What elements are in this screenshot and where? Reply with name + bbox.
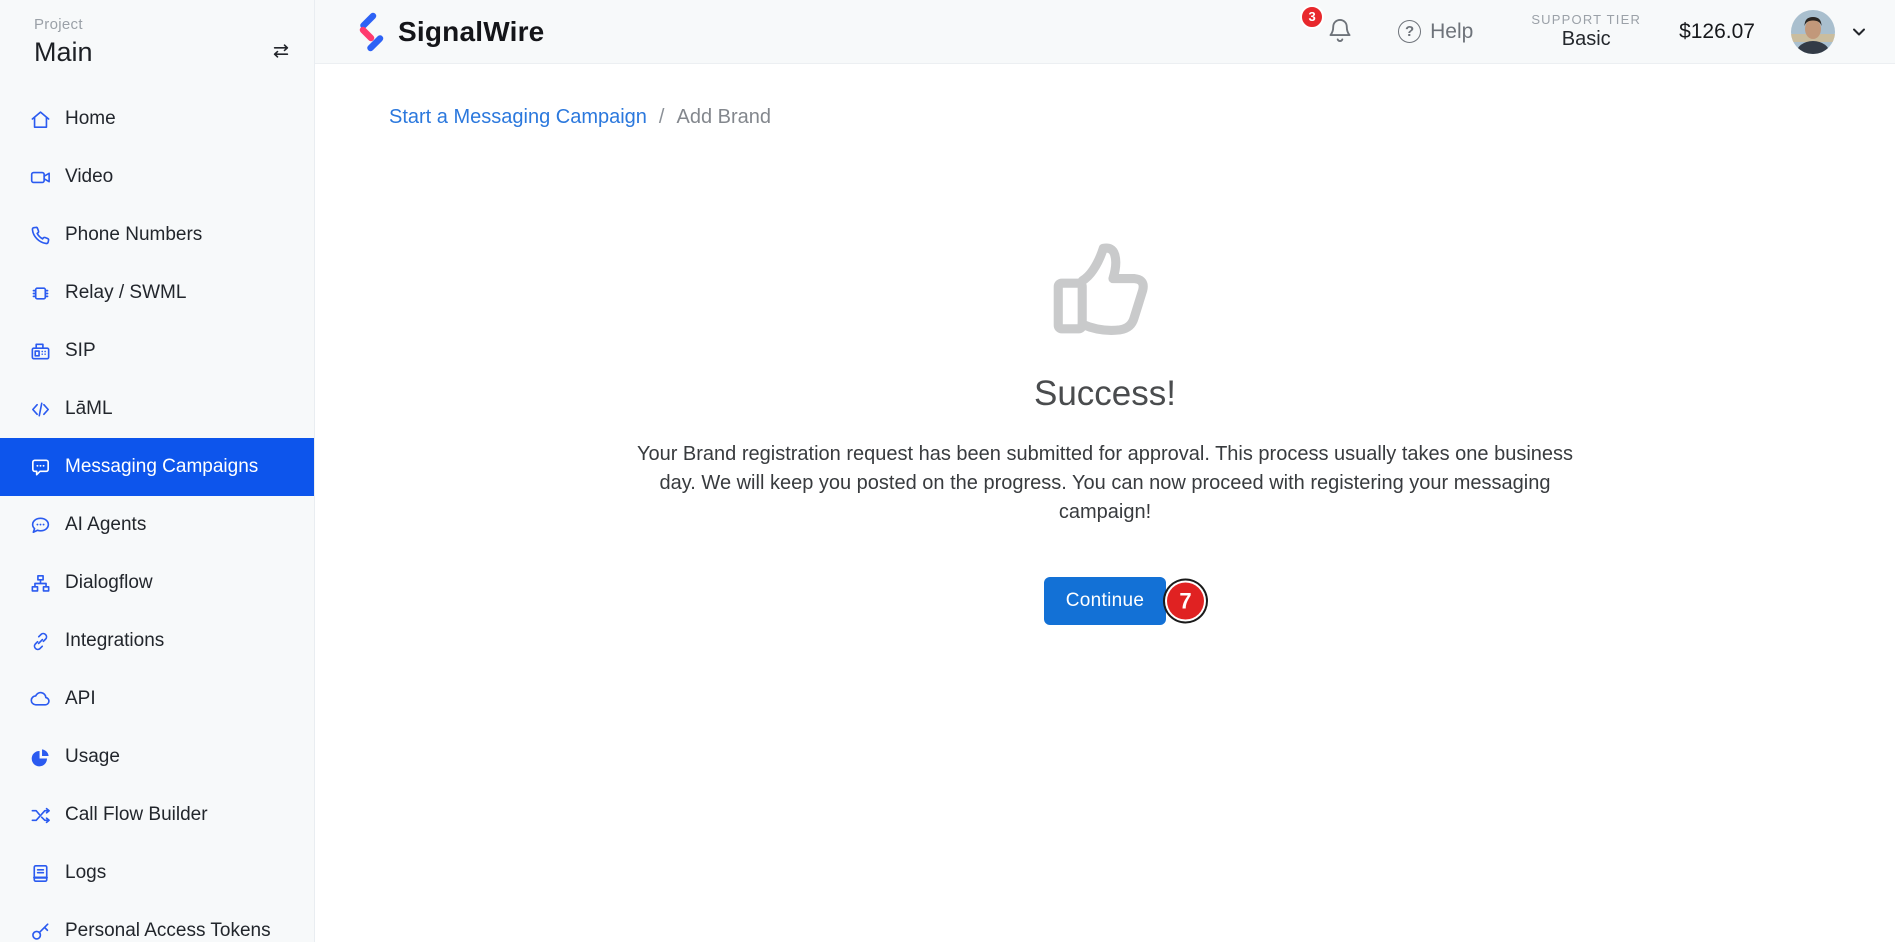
support-tier-label: SUPPORT TIER [1531,12,1641,27]
help-icon: ? [1398,20,1421,43]
sidebar-item-label: API [65,688,96,710]
sidebar-item-api[interactable]: API [0,670,314,728]
success-message: Your Brand registration request has been… [625,440,1585,527]
project-name: Main [34,37,290,68]
chat-round-icon [29,514,52,537]
support-tier: SUPPORT TIER Basic [1531,12,1641,51]
phone-icon [29,224,52,247]
sidebar-item-label: LāML [65,398,113,420]
sidebar-item-logs[interactable]: Logs [0,844,314,902]
pie-chart-icon [29,746,52,769]
journal-icon [29,862,52,885]
avatar-image [1791,10,1835,54]
annotation-badge-7: 7 [1167,583,1204,620]
sidebar-item-dialogflow[interactable]: Dialogflow [0,554,314,612]
sidebar-item-label: Logs [65,862,106,884]
link-icon [29,630,52,653]
continue-button[interactable]: Continue [1044,577,1166,625]
key-icon [29,920,52,942]
sidebar-item-video[interactable]: Video [0,148,314,206]
project-switch-icon[interactable] [270,40,292,62]
sidebar-item-label: Integrations [65,630,164,652]
support-tier-value: Basic [1531,28,1641,51]
breadcrumb-current-add-brand: Add Brand [676,106,771,129]
account-menu-chevron[interactable] [1849,22,1869,42]
sidebar-item-personal-access-tokens[interactable]: Personal Access Tokens [0,902,314,942]
sidebar-item-laml[interactable]: LāML [0,380,314,438]
cloud-icon [29,688,52,711]
sidebar-item-label: Relay / SWML [65,282,186,304]
top-header: SignalWire 3 ? Help SUPPORT TIER Basic $… [315,0,1895,64]
bell-icon [1326,15,1354,47]
sidebar-item-label: Personal Access Tokens [65,920,271,942]
sidebar-item-label: Home [65,108,116,130]
sidebar-item-usage[interactable]: Usage [0,728,314,786]
help-button[interactable]: ? Help [1398,20,1473,44]
brand-logo[interactable]: SignalWire [349,11,544,53]
sidebar-item-call-flow-builder[interactable]: Call Flow Builder [0,786,314,844]
chat-square-icon [29,456,52,479]
sidebar-item-label: Messaging Campaigns [65,456,258,478]
sitemap-icon [29,572,52,595]
help-label: Help [1430,20,1473,44]
success-title: Success! [315,374,1895,414]
breadcrumb: Start a Messaging Campaign / Add Brand [315,64,1895,129]
sidebar-item-label: Dialogflow [65,572,153,594]
main-content: Start a Messaging Campaign / Add Brand S… [315,64,1895,942]
sidebar: Project Main Home Video Phone Numbe [0,0,315,942]
brand-name: SignalWire [398,16,544,48]
notifications-button[interactable]: 3 [1326,15,1356,49]
account-balance: $126.07 [1679,20,1755,44]
chip-icon [29,282,52,305]
thumbs-up-icon [1048,233,1162,352]
sidebar-item-ai-agents[interactable]: AI Agents [0,496,314,554]
notification-count-badge: 3 [1300,5,1324,29]
sidebar-item-relay-swml[interactable]: Relay / SWML [0,264,314,322]
chevron-down-icon [1849,22,1869,42]
code-icon [29,398,52,421]
shuffle-icon [29,804,52,827]
avatar[interactable] [1791,10,1835,54]
sidebar-item-label: Phone Numbers [65,224,202,246]
sidebar-item-messaging-campaigns[interactable]: Messaging Campaigns [0,438,314,496]
sidebar-item-home[interactable]: Home [0,90,314,148]
project-switcher: Project Main [0,0,314,68]
sidebar-nav: Home Video Phone Numbers Relay / SWML SI… [0,90,314,942]
breadcrumb-link-start-messaging-campaign[interactable]: Start a Messaging Campaign [389,106,647,129]
sidebar-item-sip[interactable]: SIP [0,322,314,380]
sidebar-item-label: Call Flow Builder [65,804,208,826]
success-panel: Success! Your Brand registration request… [315,233,1895,625]
video-icon [29,166,52,189]
sidebar-item-label: Usage [65,746,120,768]
sidebar-item-phone-numbers[interactable]: Phone Numbers [0,206,314,264]
home-icon [29,108,52,131]
sidebar-item-label: SIP [65,340,96,362]
sidebar-item-label: Video [65,166,113,188]
breadcrumb-separator: / [659,106,665,129]
sidebar-item-integrations[interactable]: Integrations [0,612,314,670]
sidebar-item-label: AI Agents [65,514,146,536]
fax-icon [29,340,52,363]
signalwire-mark-icon [349,11,385,53]
project-label: Project [34,16,290,33]
